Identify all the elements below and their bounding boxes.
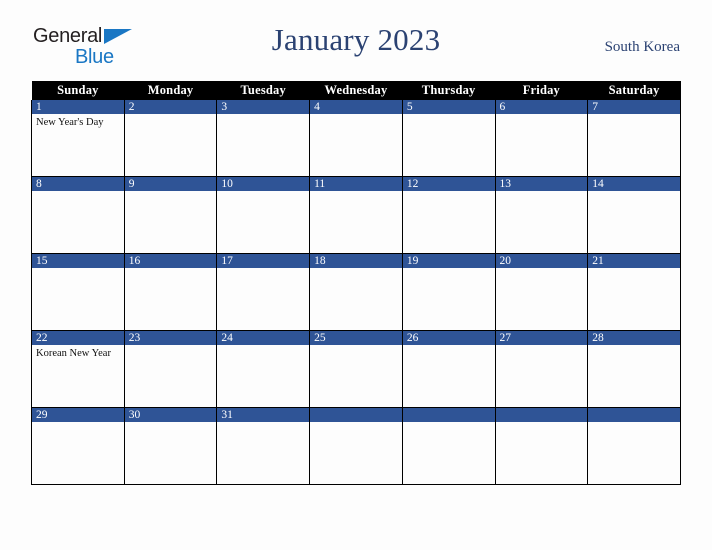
calendar-grid: Sunday Monday Tuesday Wednesday Thursday… [31,81,681,485]
calendar-day-cell[interactable] [309,407,403,485]
calendar-week-row: 1 New Year's Day 2 3 4 5 6 7 [31,100,681,177]
day-number: 12 [402,177,495,191]
day-number: 17 [217,254,310,268]
day-number: 21 [588,254,680,268]
day-number: 25 [310,331,402,345]
holiday-label: Korean New Year [36,348,111,359]
calendar-day-cell[interactable]: 23 [123,330,218,408]
day-events: New Year's Day [32,114,124,130]
calendar-day-cell[interactable]: 25 [309,330,403,408]
calendar-week-row: 29 30 31 [31,407,681,485]
calendar-day-cell[interactable]: 3 [216,100,311,177]
calendar-day-cell[interactable]: 21 [587,253,681,331]
day-number: 7 [588,100,680,114]
weekday-header-thursday: Thursday [402,81,496,100]
calendar-day-cell[interactable]: 16 [123,253,218,331]
day-number: 10 [217,177,310,191]
calendar-day-cell[interactable]: 13 [494,176,589,254]
day-number [588,408,680,422]
calendar-day-cell[interactable]: 9 [123,176,218,254]
calendar-week-row: 8 9 10 11 12 13 14 [31,176,681,254]
day-number: 29 [32,408,124,422]
calendar-day-cell[interactable]: 14 [587,176,681,254]
calendar-day-cell[interactable]: 11 [309,176,403,254]
calendar-day-cell[interactable]: 30 [123,407,218,485]
weekday-header-sunday: Sunday [31,81,125,100]
holiday-label: New Year's Day [36,117,104,128]
day-number: 26 [402,331,495,345]
calendar-day-cell[interactable] [587,407,681,485]
day-number: 9 [124,177,217,191]
weekday-header-monday: Monday [124,81,217,100]
calendar-day-cell[interactable] [494,407,589,485]
day-events: Korean New Year [32,345,124,361]
day-number: 30 [124,408,217,422]
day-number: 24 [217,331,310,345]
calendar-day-cell[interactable]: 15 [31,253,125,331]
calendar-day-cell[interactable]: 26 [401,330,496,408]
calendar-day-cell[interactable]: 4 [309,100,403,177]
calendar-day-cell[interactable]: 20 [494,253,589,331]
calendar-day-cell[interactable] [401,407,496,485]
calendar-day-cell[interactable]: 10 [216,176,311,254]
day-number: 14 [588,177,680,191]
calendar-day-cell[interactable]: 19 [401,253,496,331]
day-number: 15 [32,254,124,268]
day-number: 20 [495,254,588,268]
day-number: 23 [124,331,217,345]
day-number: 2 [124,100,217,114]
calendar-day-cell[interactable]: 2 [123,100,218,177]
weekday-header-tuesday: Tuesday [216,81,310,100]
calendar-day-cell[interactable]: 8 [31,176,125,254]
calendar-day-cell[interactable]: 17 [216,253,311,331]
calendar-page: General Blue January 2023 South Korea Su… [0,0,712,550]
calendar-body: 1 New Year's Day 2 3 4 5 6 7 8 9 10 11 12 13 14 15 16 17 1… [31,100,681,485]
calendar-day-cell[interactable]: 24 [216,330,311,408]
day-number: 16 [124,254,217,268]
day-number: 3 [217,100,310,114]
day-number: 8 [32,177,124,191]
calendar-week-row: 22 Korean New Year 23 24 25 26 27 28 [31,330,681,408]
day-number: 27 [495,331,588,345]
country-label: South Korea [604,39,680,55]
calendar-day-cell[interactable]: 22 Korean New Year [31,330,125,408]
weekday-header-saturday: Saturday [587,81,681,100]
calendar-day-cell[interactable]: 29 [31,407,125,485]
day-number: 4 [310,100,402,114]
page-header: General Blue January 2023 South Korea [0,22,712,72]
day-number [402,408,495,422]
day-number: 22 [32,331,124,345]
day-number: 11 [310,177,402,191]
calendar-day-cell[interactable]: 1 New Year's Day [31,100,125,177]
day-number [310,408,402,422]
calendar-day-cell[interactable]: 27 [494,330,589,408]
day-number: 6 [495,100,588,114]
day-number: 19 [402,254,495,268]
day-number [495,408,588,422]
calendar-day-cell[interactable]: 31 [216,407,311,485]
calendar-day-cell[interactable]: 28 [587,330,681,408]
day-number: 31 [217,408,310,422]
weekday-header-friday: Friday [495,81,588,100]
calendar-day-cell[interactable]: 5 [401,100,496,177]
day-number: 13 [495,177,588,191]
calendar-day-cell[interactable]: 18 [309,253,403,331]
day-number: 1 [32,100,124,114]
weekday-header-row: Sunday Monday Tuesday Wednesday Thursday… [31,81,681,100]
calendar-day-cell[interactable]: 7 [587,100,681,177]
day-number: 18 [310,254,402,268]
day-number: 5 [402,100,495,114]
day-number: 28 [588,331,680,345]
weekday-header-wednesday: Wednesday [309,81,403,100]
calendar-week-row: 15 16 17 18 19 20 21 [31,253,681,331]
calendar-day-cell[interactable]: 12 [401,176,496,254]
calendar-day-cell[interactable]: 6 [494,100,589,177]
